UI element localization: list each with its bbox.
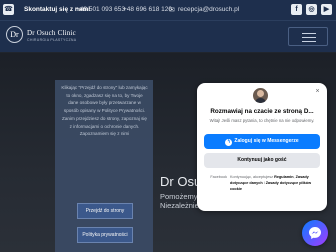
messenger-login-button[interactable]: ϟ Zaloguj się w Messengerze — [204, 134, 320, 149]
privacy-policy-button[interactable]: Polityka prywatności — [77, 227, 133, 243]
messenger-bubble-button[interactable] — [302, 220, 328, 246]
menu-button[interactable] — [288, 27, 328, 46]
mail-icon: ✉ — [169, 7, 175, 14]
email-link[interactable]: recepcja@drosuch.pl — [178, 6, 239, 13]
contact-bar: ☎ Skontaktuj się z nami +48 501 093 653 … — [0, 0, 336, 20]
phone-number-2[interactable]: +48 696 618 120 — [123, 6, 172, 13]
privacy-consent-text: Klikając "Przejdź do strony" lub zamykaj… — [61, 85, 148, 137]
privacy-consent-panel: Klikając "Przejdź do strony" lub zamykaj… — [55, 80, 153, 252]
hamburger-menu-icon — [302, 33, 316, 42]
chat-title: Rozmawiaj na czacie ze stroną D... — [210, 108, 314, 115]
facebook-icon[interactable]: f — [291, 4, 302, 15]
chat-legal-text: Kontynuując, akceptujesz Regulamin, Zasa… — [230, 175, 312, 191]
chat-subtitle: Witaj! Jeśli masz pytania, to chętnie na… — [209, 118, 315, 123]
avatar — [253, 88, 268, 103]
legal-prefix: Kontynuując, akceptujesz — [230, 175, 274, 179]
messenger-icon — [309, 227, 321, 239]
logo-tagline: CHIRURGIA PLASTYCZNA — [27, 38, 77, 42]
terms-link[interactable]: Regulamin — [274, 175, 293, 179]
legal-connector: i — [263, 180, 265, 185]
phone-icon: ☎ — [3, 4, 14, 15]
close-icon[interactable]: × — [313, 87, 322, 96]
site-header: Dr Dr Osuch Clinic CHIRURGIA PLASTYCZNA — [0, 20, 336, 52]
logo-name[interactable]: Dr Osuch Clinic — [27, 29, 76, 37]
youtube-icon[interactable]: ▶ — [321, 4, 332, 15]
logo-mark[interactable]: Dr — [6, 26, 23, 43]
messenger-icon: ϟ — [225, 139, 233, 146]
instagram-icon[interactable]: ◎ — [306, 4, 317, 15]
go-to-site-button[interactable]: Przejdź do strony — [77, 203, 133, 219]
phone-number-1[interactable]: +48 501 093 653 — [76, 6, 125, 13]
continue-as-guest-button[interactable]: Kontynuuj jako gość — [204, 153, 320, 168]
messenger-chat-popup: × Rozmawiaj na czacie ze stroną D... Wit… — [197, 83, 327, 211]
messenger-login-label: Zaloguj się w Messengerze — [234, 138, 299, 144]
facebook-label: Facebook — [210, 175, 227, 179]
